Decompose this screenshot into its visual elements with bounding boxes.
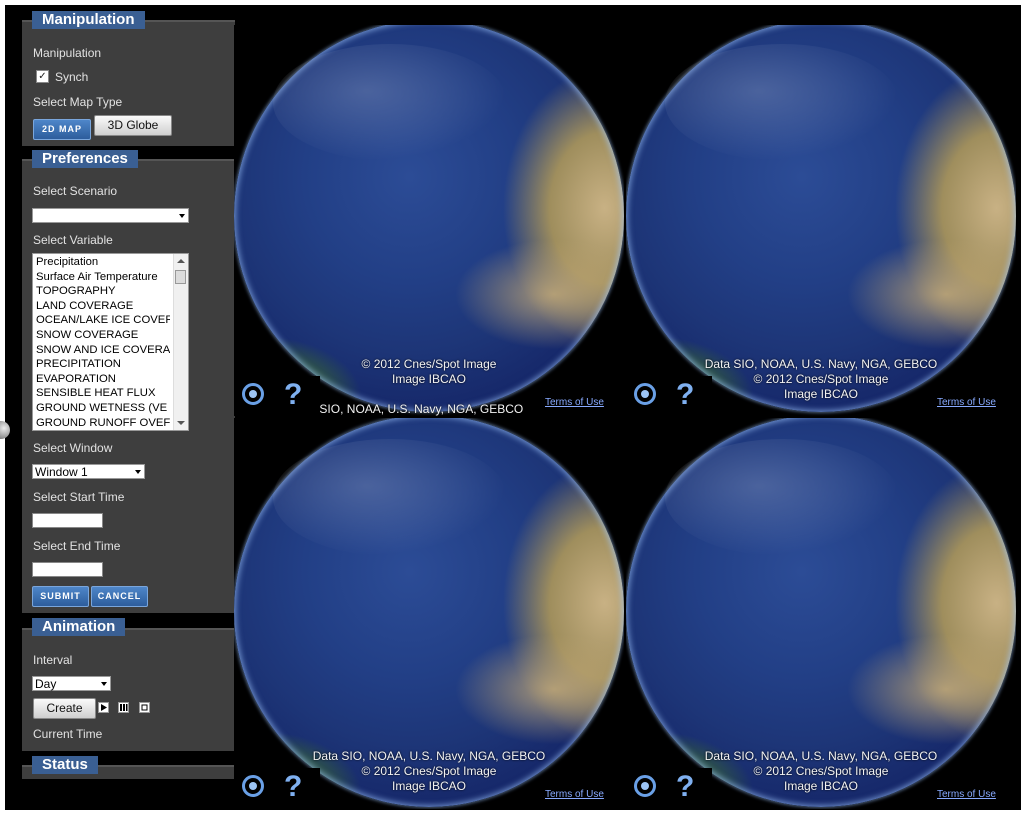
globe-highlight (273, 438, 507, 557)
end-time-input[interactable] (32, 562, 103, 577)
help-icon[interactable]: ? (284, 378, 302, 412)
map-view-bottom-right[interactable]: Data SIO, NOAA, U.S. Navy, NGA, GEBCO © … (626, 418, 1016, 809)
terms-of-use-link[interactable]: Terms of Use (543, 789, 606, 800)
globe-highlight (665, 438, 899, 557)
credit-line: © 2012 Cnes/Spot Image (753, 764, 889, 778)
preferences-section-title: Preferences (32, 150, 138, 168)
earth-logo-icon (242, 775, 264, 797)
create-button[interactable]: Create (33, 698, 96, 719)
interval-select[interactable]: Day (32, 676, 111, 691)
variable-option[interactable]: EVAPORATION (33, 372, 170, 387)
synch-checkbox[interactable]: ✓ (36, 70, 49, 83)
scroll-thumb[interactable] (175, 270, 186, 284)
credit-line: Data SIO, NOAA, U.S. Navy, NGA, GEBCO (312, 749, 546, 763)
help-icon[interactable]: ? (284, 770, 302, 804)
variable-option[interactable]: GROUND RUNOFF OVEF (33, 416, 170, 430)
scroll-down-icon[interactable] (177, 421, 185, 425)
variable-options: Precipitation Surface Air Temperature TO… (33, 254, 188, 430)
google-earth-logo[interactable]: ? (234, 768, 320, 808)
chevron-down-icon (135, 470, 141, 474)
variable-label: Select Variable (33, 233, 113, 247)
synch-label: Synch (55, 70, 89, 84)
google-earth-logo[interactable]: ? (626, 768, 712, 808)
credit-line: Data SIO, NOAA, U.S. Navy, NGA, GEBCO (704, 357, 938, 371)
current-time-label: Current Time (33, 727, 103, 741)
window-value: Window 1 (35, 465, 88, 479)
variable-option[interactable]: SENSIBLE HEAT FLUX (33, 386, 170, 401)
variable-listbox[interactable]: Precipitation Surface Air Temperature TO… (32, 253, 189, 431)
submit-button[interactable]: SUBMIT (32, 586, 89, 607)
map-credits: © 2012 Cnes/Spot Image Image IBCAO (344, 357, 514, 387)
variable-scrollbar[interactable] (173, 254, 188, 430)
stop-icon[interactable] (139, 702, 150, 713)
google-earth-logo[interactable]: ? (626, 376, 712, 416)
map-view-top-right[interactable]: Data SIO, NOAA, U.S. Navy, NGA, GEBCO © … (626, 25, 1016, 416)
scroll-up-icon[interactable] (177, 259, 185, 263)
interval-label: Interval (33, 653, 73, 667)
credit-line: © 2012 Cnes/Spot Image (753, 372, 889, 386)
animation-section-title: Animation (32, 618, 126, 636)
credit-line: Image IBCAO (783, 779, 859, 793)
terms-of-use-link[interactable]: Terms of Use (543, 397, 606, 408)
variable-option[interactable]: GROUND WETNESS (VE (33, 401, 170, 416)
2d-map-button[interactable]: 2D MAP (33, 119, 91, 140)
credit-line: Image IBCAO (391, 779, 467, 793)
credit-line: © 2012 Cnes/Spot Image (361, 764, 497, 778)
manipulation-label: Manipulation (33, 46, 102, 60)
variable-option[interactable]: Precipitation (33, 255, 170, 270)
credit-line: Data SIO, NOAA, U.S. Navy, NGA, GEBCO (704, 749, 938, 763)
credit-line: Image IBCAO (391, 372, 467, 386)
help-icon[interactable]: ? (676, 378, 694, 412)
sidebar: Manipulation Manipulation ✓ Synch Select… (22, 5, 235, 810)
variable-option[interactable]: PRECIPITATION (33, 357, 170, 372)
credit-line: Image IBCAO (783, 387, 859, 401)
terms-of-use-link[interactable]: Terms of Use (935, 789, 998, 800)
play-icon[interactable] (98, 702, 109, 713)
variable-option[interactable]: LAND COVERAGE (33, 299, 170, 314)
map-view-bottom-left[interactable]: Data SIO, NOAA, U.S. Navy, NGA, GEBCO © … (234, 418, 624, 809)
variable-option[interactable]: SNOW AND ICE COVERA (33, 343, 170, 358)
manipulation-section-title: Manipulation (32, 11, 145, 29)
map-view-top-left[interactable]: © 2012 Cnes/Spot Image Image IBCAO Data … (234, 25, 624, 416)
map-type-label: Select Map Type (33, 95, 123, 109)
pause-icon[interactable] (118, 702, 129, 713)
map-credits: Data SIO, NOAA, U.S. Navy, NGA, GEBCO © … (691, 357, 951, 402)
globe-highlight (665, 43, 899, 162)
map-credits: Data SIO, NOAA, U.S. Navy, NGA, GEBCO © … (299, 749, 559, 794)
start-time-input[interactable] (32, 513, 103, 528)
window-select[interactable]: Window 1 (32, 464, 145, 479)
variable-option[interactable]: SNOW COVERAGE (33, 328, 170, 343)
earth-logo-icon (634, 775, 656, 797)
3d-globe-button[interactable]: 3D Globe (94, 115, 172, 136)
earth-logo-icon (242, 383, 264, 405)
end-time-label: Select End Time (33, 539, 121, 553)
scenario-select[interactable] (32, 208, 189, 223)
google-earth-logo[interactable]: ? (234, 376, 320, 416)
terms-of-use-link[interactable]: Terms of Use (935, 397, 998, 408)
earth-logo-icon (634, 383, 656, 405)
earth-globe[interactable] (626, 25, 1016, 412)
chevron-down-icon (101, 682, 107, 686)
scenario-label: Select Scenario (33, 184, 118, 198)
variable-option[interactable]: Surface Air Temperature (33, 270, 170, 285)
start-time-label: Select Start Time (33, 490, 125, 504)
map-credits: Data SIO, NOAA, U.S. Navy, NGA, GEBCO © … (691, 749, 951, 794)
credit-line: © 2012 Cnes/Spot Image (361, 357, 497, 371)
earth-globe[interactable] (234, 25, 624, 412)
variable-option[interactable]: OCEAN/LAKE ICE COVER (33, 313, 170, 328)
interval-value: Day (35, 677, 57, 691)
status-section-title: Status (32, 756, 98, 774)
help-icon[interactable]: ? (676, 770, 694, 804)
window-label: Select Window (33, 441, 113, 455)
cancel-button[interactable]: CANCEL (91, 586, 148, 607)
app-frame: Manipulation Manipulation ✓ Synch Select… (5, 5, 1021, 810)
chevron-down-icon (179, 214, 185, 218)
globe-highlight (273, 43, 507, 162)
variable-option[interactable]: TOPOGRAPHY (33, 284, 170, 299)
